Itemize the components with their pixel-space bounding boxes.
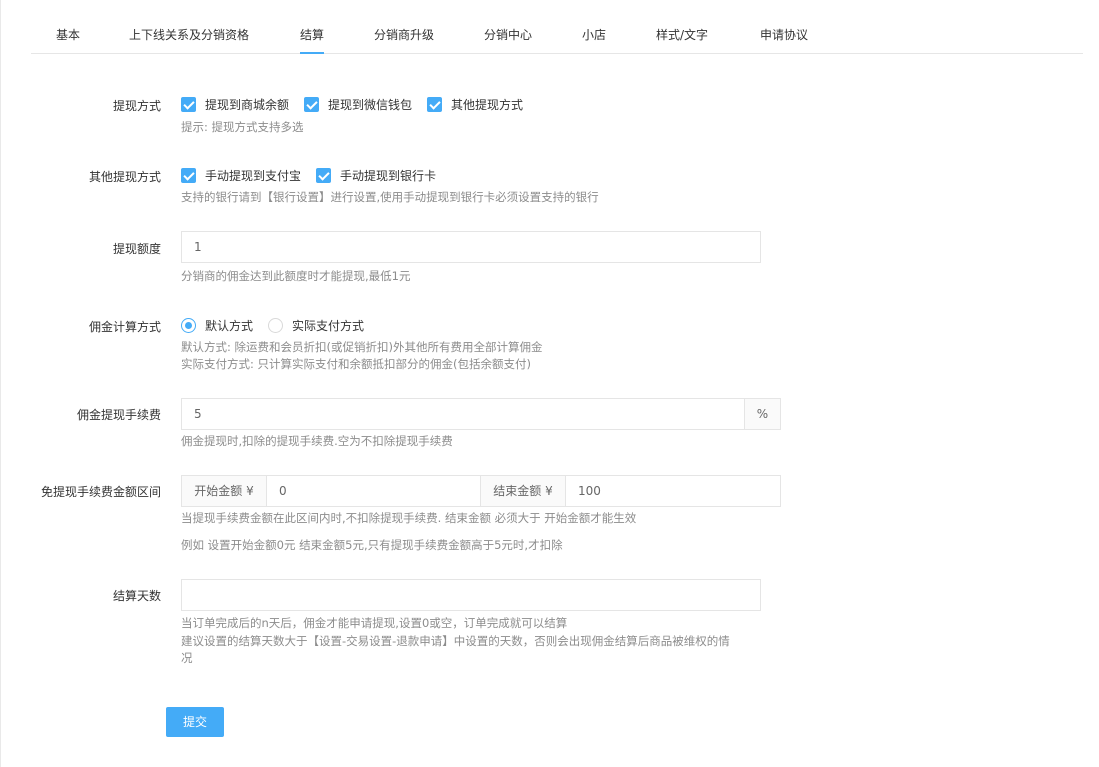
checkbox-bank[interactable] bbox=[316, 168, 332, 183]
end-amount-input[interactable]: 100 bbox=[565, 475, 781, 507]
withdraw-fee-help: 佣金提现时,扣除的提现手续费.空为不扣除提现手续费 bbox=[181, 434, 453, 448]
withdraw-amount-help: 分销商的佣金达到此额度时才能提现,最低1元 bbox=[181, 269, 411, 283]
commission-calc-help-2: 实际支付方式: 只计算实际支付和余额抵扣部分的佣金(包括余额支付) bbox=[181, 357, 531, 371]
tab-basic[interactable]: 基本 bbox=[56, 18, 80, 54]
tab-settlement[interactable]: 结算 bbox=[300, 18, 325, 54]
withdraw-method-label: 提现方式 bbox=[112, 99, 161, 113]
withdraw-amount-input[interactable]: 1 bbox=[181, 231, 761, 263]
checkbox-alipay-label: 手动提现到支付宝 bbox=[205, 169, 302, 183]
radio-actual-pay-label: 实际支付方式 bbox=[292, 319, 365, 333]
settle-days-help-3: 况 bbox=[181, 651, 193, 665]
tab-agreement[interactable]: 申请协议 bbox=[760, 18, 808, 54]
other-withdraw-help: 支持的银行请到【银行设置】进行设置,使用手动提现到银行卡必须设置支持的银行 bbox=[181, 190, 599, 204]
checkbox-wechat[interactable] bbox=[304, 97, 320, 112]
tab-center[interactable]: 分销中心 bbox=[484, 18, 532, 54]
tab-shop[interactable]: 小店 bbox=[582, 18, 606, 54]
end-amount-addon: 结束金额 ¥ bbox=[480, 475, 566, 507]
radio-actual-pay[interactable] bbox=[268, 318, 284, 333]
start-amount-addon: 开始金额 ¥ bbox=[181, 475, 267, 507]
settle-days-help-1: 当订单完成后的n天后，佣金才能申请提现,设置0或空，订单完成就可以结算 bbox=[181, 616, 568, 630]
tab-upgrade[interactable]: 分销商升级 bbox=[374, 18, 434, 54]
fee-free-range-help-1: 当提现手续费金额在此区间内时,不扣除提现手续费. 结束金额 必须大于 开始金额才… bbox=[181, 511, 637, 525]
start-amount-input[interactable]: 0 bbox=[266, 475, 481, 507]
checkbox-bank-label: 手动提现到银行卡 bbox=[340, 169, 437, 183]
commission-calc-help-1: 默认方式: 除运费和会员折扣(或促销折扣)外其他所有费用全部计算佣金 bbox=[181, 340, 543, 354]
tab-relations[interactable]: 上下线关系及分销资格 bbox=[129, 18, 249, 54]
checkbox-balance[interactable] bbox=[181, 97, 196, 112]
checkbox-balance-label: 提现到商城余额 bbox=[205, 98, 290, 112]
checkbox-other-label: 其他提现方式 bbox=[451, 98, 524, 112]
checkbox-wechat-label: 提现到微信钱包 bbox=[328, 98, 413, 112]
radio-default[interactable] bbox=[181, 318, 196, 333]
fee-free-range-help-2: 例如 设置开始金额0元 结束金额5元,只有提现手续费金额高于5元时,才扣除 bbox=[181, 538, 563, 552]
withdraw-fee-label: 佣金提现手续费 bbox=[76, 408, 161, 422]
checkbox-alipay[interactable] bbox=[181, 168, 196, 183]
tab-style[interactable]: 样式/文字 bbox=[656, 18, 708, 54]
commission-calc-group: 默认方式 实际支付方式 bbox=[181, 317, 379, 334]
checkbox-other[interactable] bbox=[427, 97, 443, 112]
withdraw-method-group: 提现到商城余额 提现到微信钱包 其他提现方式 bbox=[181, 96, 538, 113]
page-frame bbox=[0, 0, 1099, 767]
settle-days-help-2: 建议设置的结算天数大于【设置-交易设置-退款申请】中设置的天数，否则会出现佣金结… bbox=[181, 634, 730, 648]
other-withdraw-label: 其他提现方式 bbox=[88, 170, 161, 184]
withdraw-fee-input[interactable]: 5 bbox=[181, 398, 745, 430]
percent-suffix: % bbox=[744, 398, 781, 430]
withdraw-amount-label: 提现额度 bbox=[112, 242, 161, 256]
fee-free-range-label: 免提现手续费金额区间 bbox=[40, 485, 161, 499]
tab-bar: 基本 上下线关系及分销资格 结算 分销商升级 分销中心 小店 样式/文字 申请协… bbox=[31, 18, 1083, 54]
submit-button[interactable]: 提交 bbox=[166, 707, 224, 737]
settle-days-input[interactable] bbox=[181, 579, 761, 611]
withdraw-method-help: 提示: 提现方式支持多选 bbox=[181, 120, 304, 134]
settle-days-label: 结算天数 bbox=[112, 589, 161, 603]
other-withdraw-group: 手动提现到支付宝 手动提现到银行卡 bbox=[181, 167, 451, 184]
commission-calc-label: 佣金计算方式 bbox=[88, 320, 161, 334]
radio-default-label: 默认方式 bbox=[205, 319, 254, 333]
